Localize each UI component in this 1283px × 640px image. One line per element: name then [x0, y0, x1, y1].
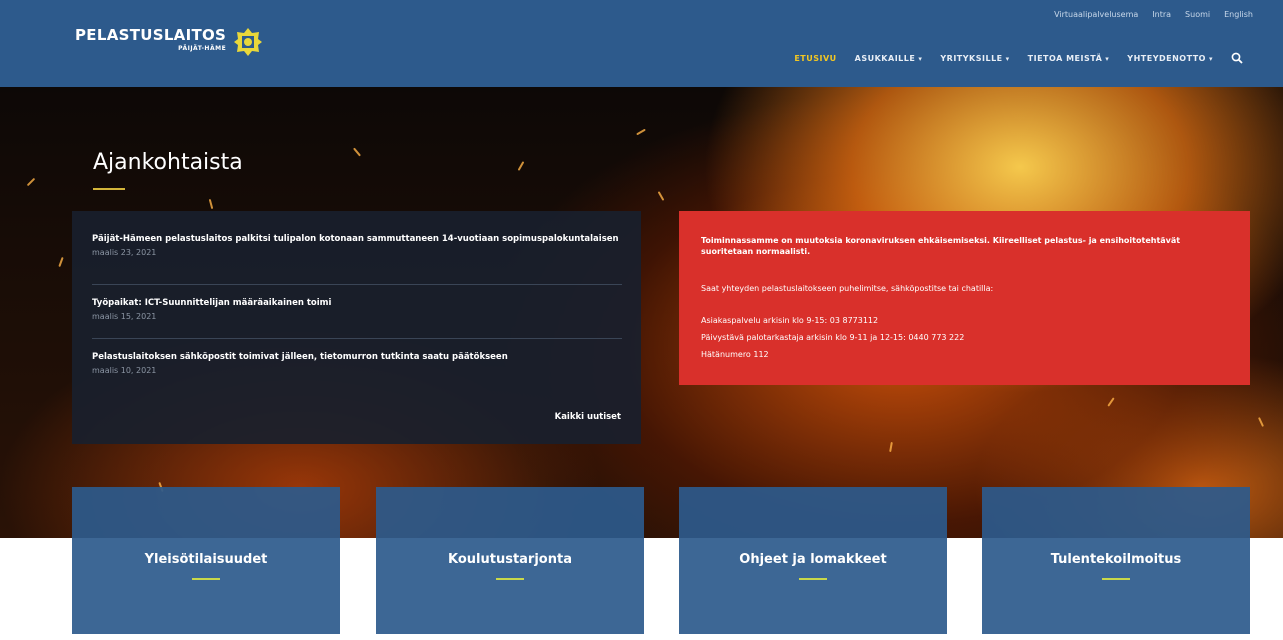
news-title: Päijät-Hämeen pelastuslaitos palkitsi tu… [92, 234, 619, 244]
spark-decoration [517, 161, 525, 171]
nav-tietoa-meista[interactable]: TIETOA MEISTÄ ▾ [1028, 54, 1110, 63]
card-yleisotilaisuudet[interactable]: Yleisötilaisuudet [72, 487, 340, 634]
spark-decoration [889, 441, 893, 453]
divider [92, 284, 622, 285]
nav-yhteydenotto[interactable]: YHTEYDENOTTO ▾ [1127, 54, 1213, 63]
alert-emergency-number: Hätänumero 112 [701, 350, 769, 359]
page-title: Ajankohtaista [93, 150, 243, 175]
logo-name: PELASTUSLAITOS [75, 26, 227, 44]
news-item[interactable]: Pelastuslaitoksen sähköpostit toimivat j… [92, 352, 622, 375]
logo-text: PELASTUSLAITOS PÄIJÄT-HÄME [75, 28, 226, 56]
chevron-down-icon: ▾ [1105, 54, 1110, 63]
nav-yrityksille[interactable]: YRITYKSILLE ▾ [940, 54, 1009, 63]
top-link-virtuaalipalvelusema[interactable]: Virtuaalipalvelusema [1054, 10, 1138, 19]
chevron-down-icon: ▾ [918, 54, 923, 63]
news-title: Pelastuslaitoksen sähköpostit toimivat j… [92, 352, 508, 362]
all-news-link[interactable]: Kaikki uutiset [555, 412, 621, 422]
spark-decoration [636, 128, 646, 136]
spark-decoration [353, 147, 361, 157]
news-item[interactable]: Työpaikat: ICT-Suunnittelijan määräaikai… [92, 298, 622, 321]
card-tulentekoilmoitus[interactable]: Tulentekoilmoitus [982, 487, 1250, 634]
logo-subtitle: PÄIJÄT-HÄME [178, 45, 227, 52]
spark-decoration [26, 177, 36, 187]
card-underline [1102, 578, 1130, 580]
alert-customer-service: Asiakaspalvelu arkisin klo 9-15: 03 8773… [701, 316, 879, 325]
spark-decoration [657, 191, 665, 201]
card-title: Koulutustarjonta [448, 552, 572, 567]
news-date: maalis 23, 2021 [92, 248, 157, 257]
card-title: Ohjeet ja lomakkeet [739, 552, 887, 567]
alert-fire-inspector: Päivystävä palotarkastaja arkisin klo 9-… [701, 333, 965, 342]
nav-etusivu[interactable]: ETUSIVU [794, 54, 836, 63]
card-title: Tulentekoilmoitus [1050, 552, 1182, 567]
alert-panel: Toiminnassamme on muutoksia koronaviruks… [679, 211, 1250, 385]
card-koulutustarjonta[interactable]: Koulutustarjonta [376, 487, 644, 634]
top-link-intra[interactable]: Intra [1152, 10, 1171, 19]
spark-decoration [1107, 397, 1115, 407]
main-nav: ETUSIVU ASUKKAILLE ▾ YRITYKSILLE ▾ TIETOA … [794, 52, 1243, 64]
alert-contact-intro: Saat yhteyden pelastuslaitokseen puhelim… [701, 284, 994, 293]
card-title: Yleisötilaisuudet [144, 552, 268, 567]
site-header: Virtuaalipalvelusema Intra Suomi English… [0, 0, 1283, 87]
nav-asukkaille-label: ASUKKAILLE [854, 53, 916, 63]
chevron-down-icon: ▾ [1005, 54, 1010, 63]
emblem-icon [234, 28, 263, 56]
site-logo[interactable]: PELASTUSLAITOS PÄIJÄT-HÄME [75, 28, 263, 56]
top-links: Virtuaalipalvelusema Intra Suomi English [1054, 10, 1253, 19]
nav-asukkaille[interactable]: ASUKKAILLE ▾ [855, 54, 923, 63]
spark-decoration [1257, 417, 1265, 427]
card-underline [192, 578, 220, 580]
title-underline [93, 188, 125, 190]
card-ohjeet-ja-lomakkeet[interactable]: Ohjeet ja lomakkeet [679, 487, 947, 634]
alert-heading: Toiminnassamme on muutoksia koronaviruks… [701, 236, 1181, 256]
spark-decoration [208, 198, 214, 210]
nav-yrityksille-label: YRITYKSILLE [940, 53, 1003, 63]
spark-decoration [58, 256, 64, 268]
news-title: Työpaikat: ICT-Suunnittelijan määräaikai… [92, 298, 332, 308]
top-link-english[interactable]: English [1224, 10, 1253, 19]
news-date: maalis 15, 2021 [92, 312, 157, 321]
hero-banner: Ajankohtaista Päijät-Hämeen pelastuslait… [0, 87, 1283, 538]
chevron-down-icon: ▾ [1208, 54, 1213, 63]
nav-tietoa-meista-label: TIETOA MEISTÄ [1027, 53, 1103, 63]
news-date: maalis 10, 2021 [92, 366, 157, 375]
nav-yhteydenotto-label: YHTEYDENOTTO [1127, 53, 1206, 63]
card-underline [799, 578, 827, 580]
top-link-suomi[interactable]: Suomi [1185, 10, 1210, 19]
divider [92, 338, 622, 339]
search-icon[interactable] [1231, 52, 1243, 64]
news-item[interactable]: Päijät-Hämeen pelastuslaitos palkitsi tu… [92, 234, 622, 257]
card-underline [496, 578, 524, 580]
news-panel: Päijät-Hämeen pelastuslaitos palkitsi tu… [72, 211, 641, 444]
